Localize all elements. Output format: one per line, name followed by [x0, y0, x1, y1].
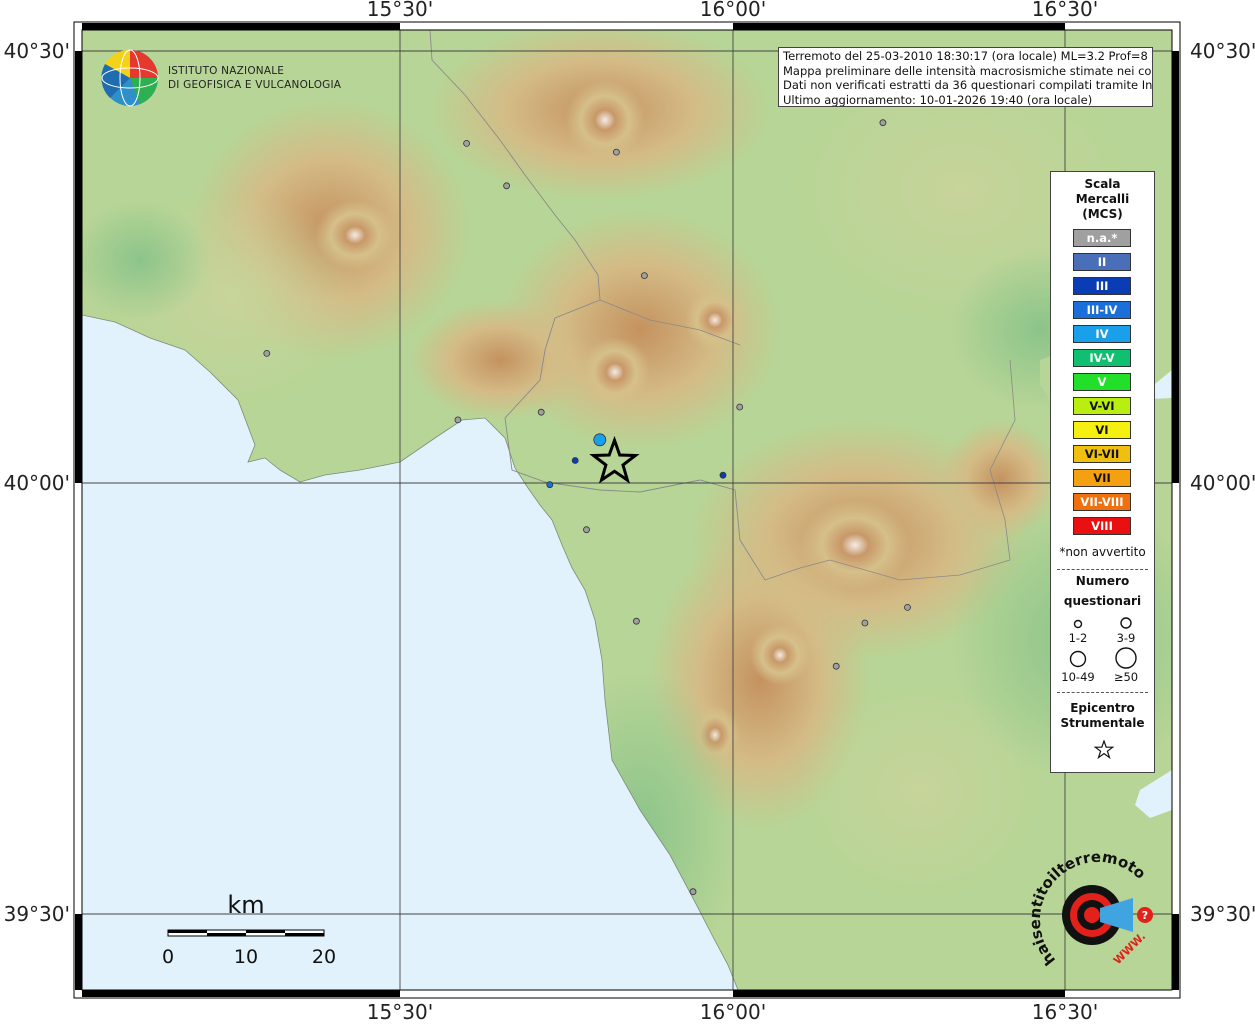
intensity-marker — [593, 433, 607, 447]
mcs-legend: Scala Mercalli (MCS) n.a.* II III III-IV IV I… — [1050, 171, 1155, 773]
legend-divider — [1057, 569, 1148, 570]
epicenter-title-line: Epicentro — [1070, 701, 1135, 715]
event-line4: Ultimo aggiornamento: 10-01-2026 19:40 (… — [783, 92, 1093, 107]
legend-class-vii-viii: VII-VIII — [1073, 493, 1131, 511]
intensity-marker — [571, 457, 579, 464]
legend-class-v-vi: V-VI — [1073, 397, 1131, 415]
size-label: ≥50 — [1113, 670, 1139, 684]
right-tick-label: 39°30' — [1190, 902, 1255, 926]
top-tick-label: 16°30' — [1032, 0, 1098, 21]
intensity-marker — [503, 182, 511, 190]
legend-class-ii: II — [1073, 253, 1131, 271]
svg-text:?: ? — [1142, 909, 1148, 922]
legend-note: *non avvertito — [1059, 545, 1146, 559]
intensity-marker — [641, 272, 648, 280]
left-tick-label: 40°00' — [4, 471, 70, 495]
legend-class-vii: VII — [1073, 469, 1131, 487]
size-circle-icon — [1069, 650, 1087, 668]
intensity-marker — [879, 119, 887, 127]
intensity-marker — [689, 888, 697, 896]
intensity-marker — [454, 416, 462, 424]
event-line1: Terremoto del 25-03-2010 18:30:17 (ora l… — [783, 49, 1153, 63]
intensity-marker — [613, 148, 620, 156]
right-tick-label: 40°30' — [1190, 39, 1255, 63]
legend-divider — [1057, 692, 1148, 693]
legend-class-vi-vii: VI-VII — [1073, 445, 1131, 463]
count-title-line: questionari — [1063, 594, 1142, 608]
size-label: 10-49 — [1061, 670, 1095, 684]
bottom-tick-label: 15°30' — [367, 1000, 433, 1024]
epicenter-title-line: Strumentale — [1060, 716, 1145, 730]
count-title-line: Numero — [1075, 574, 1130, 588]
intensity-marker — [546, 481, 554, 489]
legend-class-iv-v: IV-V — [1073, 349, 1131, 367]
intensity-marker — [904, 604, 911, 611]
legend-title: Scala Mercalli (MCS) — [1051, 177, 1154, 222]
legend-class-iv: IV — [1073, 325, 1131, 343]
event-line2: Mappa preliminare delle intensità macros… — [783, 63, 1153, 78]
epicenter-title: Epicentro Strumentale — [1051, 701, 1154, 731]
legend-class-viii: VIII — [1073, 517, 1131, 535]
intensity-marker — [463, 139, 471, 147]
intensity-marker — [719, 471, 727, 479]
intensity-marker — [861, 619, 869, 627]
legend-class-iii-iv: III-IV — [1073, 301, 1131, 319]
intensity-marker — [583, 526, 590, 534]
institute-line2: DI GEOFISICA E VULCANOLOGIA — [168, 79, 342, 91]
event-info-box: Terremoto del 25-03-2010 18:30:17 (ora l… — [778, 47, 1153, 107]
event-line3: Dati non verificati estratti da 36 quest… — [783, 78, 1153, 93]
size-circle-icon — [1115, 647, 1137, 669]
count-title: Numero questionari — [1051, 574, 1154, 609]
legend-title-line: Mercalli — [1075, 192, 1130, 206]
scale-unit: km — [227, 891, 264, 919]
legend-class-iii: III — [1073, 277, 1131, 295]
size-circle-icon — [1120, 617, 1132, 629]
scale-tick-0: 0 — [162, 946, 174, 968]
legend-title-line: (MCS) — [1082, 207, 1123, 221]
institute-line1: ISTITUTO NAZIONALE — [168, 65, 284, 77]
legend-title-line: Scala — [1084, 177, 1121, 191]
legend-class-na: n.a.* — [1073, 229, 1131, 247]
scale-tick-20: 20 — [312, 946, 336, 968]
size-circle-icon — [1073, 619, 1083, 629]
left-tick-label: 39°30' — [4, 902, 70, 926]
scale-tick-10: 10 — [234, 946, 258, 968]
top-tick-label: 15°30' — [367, 0, 433, 21]
legend-class-v: V — [1073, 373, 1131, 391]
epicenter-legend-star-icon — [1094, 740, 1114, 760]
legend-class-vi: VI — [1073, 421, 1131, 439]
top-tick-label: 16°00' — [700, 0, 766, 21]
bottom-tick-label: 16°30' — [1032, 1000, 1098, 1024]
size-label: 1-2 — [1068, 631, 1088, 645]
left-tick-label: 40°30' — [4, 39, 70, 63]
intensity-marker — [832, 662, 840, 670]
size-label: 3-9 — [1116, 631, 1136, 645]
intensity-marker — [263, 349, 271, 357]
intensity-marker — [633, 617, 640, 625]
right-tick-label: 40°00' — [1190, 471, 1255, 495]
bottom-tick-label: 16°00' — [700, 1000, 766, 1024]
intensity-marker — [537, 408, 545, 416]
intensity-marker — [736, 403, 744, 411]
